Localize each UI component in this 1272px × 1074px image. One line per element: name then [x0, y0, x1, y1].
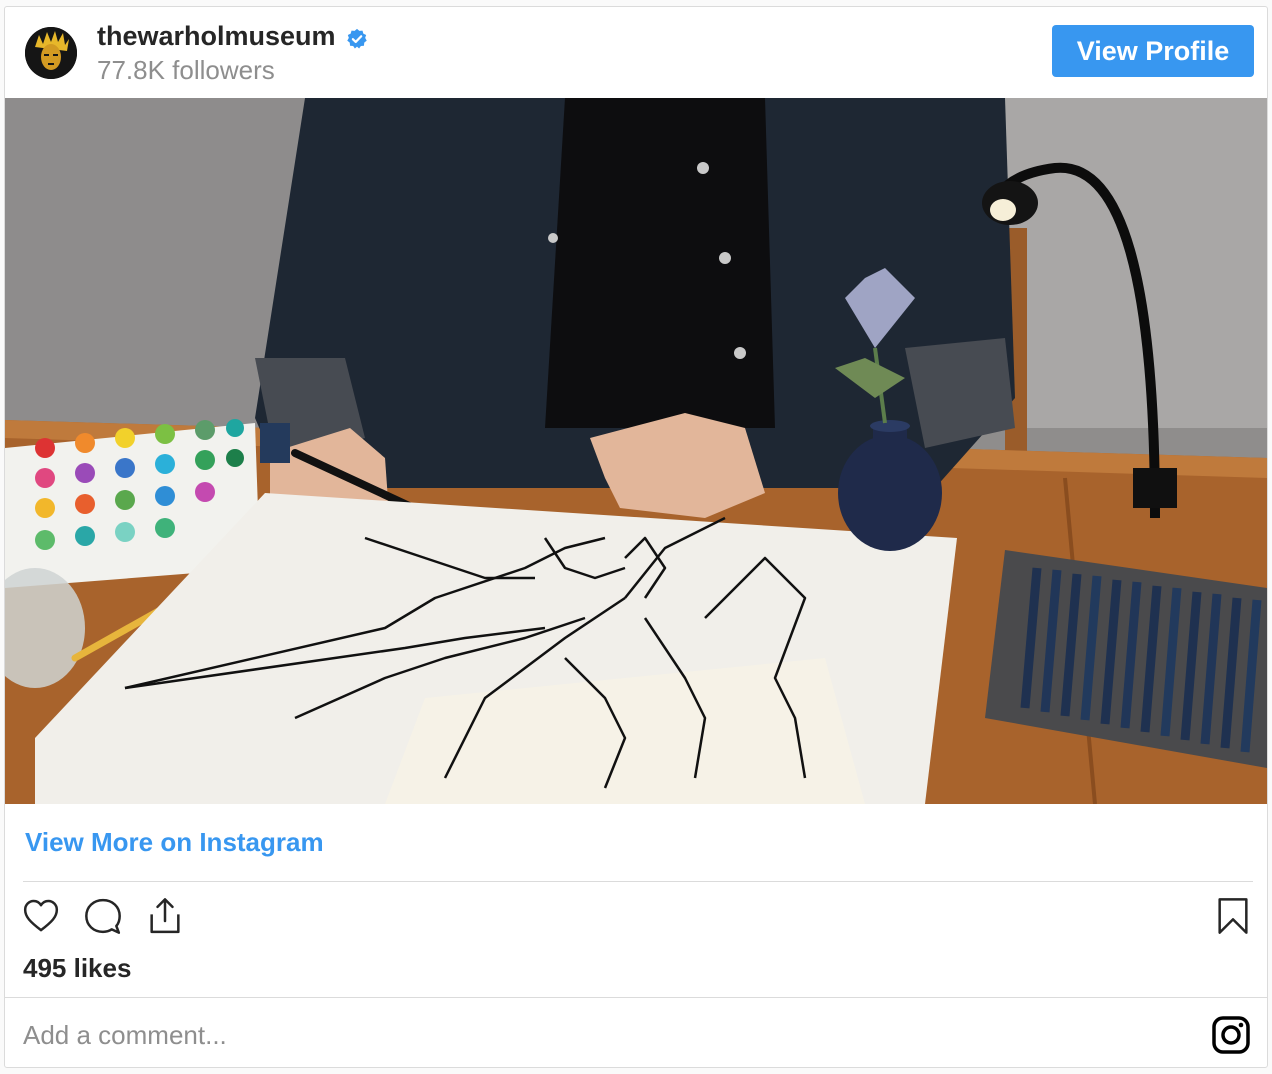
comment-icon[interactable]	[81, 892, 125, 940]
view-more-link[interactable]: View More on Instagram	[25, 827, 324, 858]
verified-badge-icon	[346, 26, 368, 49]
action-bar	[5, 892, 1267, 944]
post-photo[interactable]	[5, 98, 1267, 804]
share-icon[interactable]	[143, 892, 187, 940]
comment-input[interactable]	[23, 1015, 1183, 1055]
divider	[23, 881, 1253, 882]
heart-icon[interactable]	[19, 892, 63, 940]
username-text[interactable]: thewarholmuseum	[97, 21, 336, 52]
follower-count: 77.8K followers	[97, 55, 275, 85]
username[interactable]: thewarholmuseum	[97, 21, 368, 52]
instagram-icon[interactable]	[1211, 1015, 1251, 1055]
avatar[interactable]	[25, 27, 77, 79]
like-count[interactable]: 495 likes	[23, 953, 131, 984]
view-profile-button[interactable]: View Profile	[1052, 25, 1254, 77]
bookmark-icon[interactable]	[1211, 892, 1255, 940]
instagram-embed-card: thewarholmuseum 77.8K followers View Pro…	[4, 6, 1268, 1068]
divider	[5, 997, 1267, 998]
post-header: thewarholmuseum 77.8K followers View Pro…	[5, 7, 1267, 98]
